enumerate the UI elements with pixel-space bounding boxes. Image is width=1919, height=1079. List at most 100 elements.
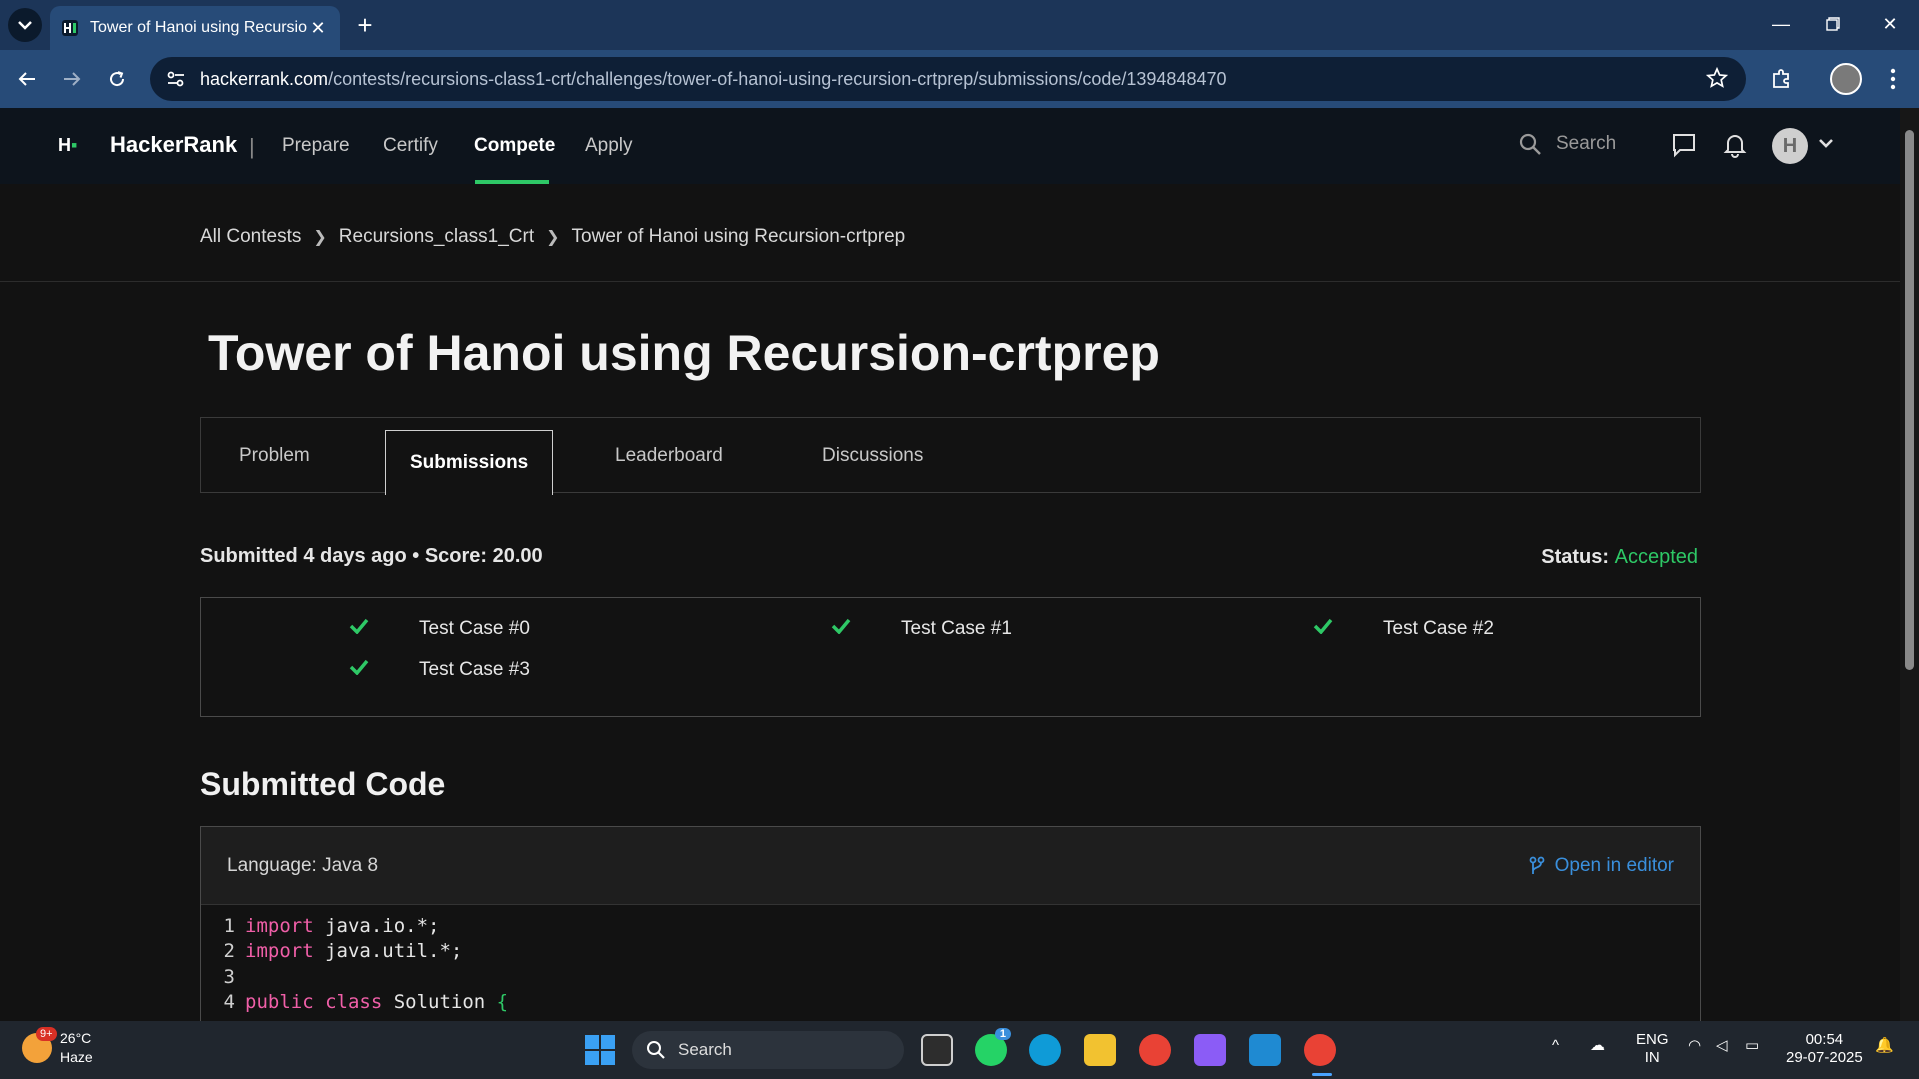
notifications-bell-icon[interactable]: [1723, 132, 1747, 163]
test-case-label: Test Case #3: [419, 659, 530, 680]
tab-leaderboard[interactable]: Leaderboard: [615, 418, 723, 494]
profile-avatar: [1830, 63, 1862, 95]
code-lines: 1 import java.io.*; 2 import java.util.*; …: [201, 905, 1700, 1015]
checkmark-icon: [831, 618, 851, 640]
breadcrumb: All Contests ❯ Recursions_class1_Crt ❯ T…: [200, 226, 905, 248]
site-search[interactable]: Search: [1518, 132, 1616, 156]
browser-toolbar: hackerrank.com/contests/recursions-class…: [0, 50, 1919, 108]
edge-icon[interactable]: [1029, 1034, 1061, 1066]
tab-discussions[interactable]: Discussions: [822, 418, 923, 494]
file-explorer-icon[interactable]: [1084, 1034, 1116, 1066]
site-info-icon[interactable]: [166, 70, 186, 88]
date: 29-07-2025: [1786, 1049, 1863, 1066]
extensions-button[interactable]: [1764, 62, 1798, 96]
chrome-icon[interactable]: [1139, 1034, 1171, 1066]
taskbar-search[interactable]: Search: [632, 1031, 904, 1069]
submission-status: Status: Accepted: [1541, 546, 1698, 569]
weather-widget[interactable]: 9+ 26°C Haze: [22, 1027, 93, 1067]
profile-button[interactable]: [1829, 62, 1863, 96]
chevron-down-icon[interactable]: [1818, 136, 1834, 154]
language-label: Language: Java 8: [227, 855, 379, 876]
status-value: Accepted: [1614, 546, 1698, 568]
brand-name[interactable]: HackerRank: [110, 132, 237, 158]
tab-search-button[interactable]: [8, 8, 42, 42]
nav-apply[interactable]: Apply: [585, 135, 633, 157]
weather-desc: Haze: [60, 1049, 93, 1065]
open-in-editor-label: Open in editor: [1554, 855, 1674, 876]
chevron-right-icon: ❯: [546, 229, 560, 246]
arrow-right-icon: [64, 72, 81, 86]
tab-submissions[interactable]: Submissions: [385, 430, 554, 495]
puzzle-icon: [1773, 69, 1789, 88]
breadcrumb-bar: All Contests ❯ Recursions_class1_Crt ❯ T…: [0, 184, 1900, 282]
site-header: H▪ HackerRank | Prepare Certify Compete …: [0, 108, 1900, 184]
checkmark-icon: [1313, 618, 1333, 640]
code-line: 3: [223, 965, 235, 988]
browser-menu-button[interactable]: [1876, 62, 1910, 96]
search-icon: [647, 1041, 665, 1059]
challenge-tabs: Problem Submissions Leaderboard Discussi…: [200, 417, 1701, 495]
scrollbar-thumb[interactable]: [1905, 130, 1914, 670]
user-avatar[interactable]: H: [1772, 128, 1808, 164]
nav-certify[interactable]: Certify: [383, 135, 438, 157]
code-line: 2 import java.util.*;: [223, 940, 463, 963]
bookmark-star-icon[interactable]: [1705, 66, 1729, 94]
chrome-active-icon[interactable]: [1304, 1034, 1336, 1066]
weather-temp: 26°C: [60, 1030, 92, 1046]
page-scrollbar[interactable]: [1900, 108, 1919, 1021]
forward-button[interactable]: [55, 62, 89, 96]
language-indicator[interactable]: ENG IN: [1636, 1031, 1669, 1067]
chevron-up-icon[interactable]: ^: [1552, 1037, 1559, 1055]
reload-button[interactable]: [100, 62, 134, 96]
nav-prepare[interactable]: Prepare: [282, 135, 350, 157]
hackerrank-logo-icon[interactable]: H▪: [58, 135, 82, 157]
code-viewer-header: Language: Java 8 Open in editor: [201, 827, 1700, 905]
breadcrumb-challenge[interactable]: Tower of Hanoi using Recursion-crtprep: [572, 226, 906, 248]
new-tab-button[interactable]: +: [350, 10, 380, 40]
browser-tab[interactable]: Tower of Hanoi using Recursion ✕: [50, 6, 340, 50]
restore-button[interactable]: [1805, 0, 1861, 48]
more-vertical-icon: [1890, 68, 1896, 90]
main-content: All Contests ❯ Recursions_class1_Crt ❯ T…: [0, 184, 1900, 1026]
notification-bell-icon[interactable]: 🔔: [1875, 1037, 1894, 1055]
copilot-icon[interactable]: [1194, 1034, 1226, 1066]
code-brace: {: [496, 991, 509, 1014]
url-path: /contests/recursions-class1-crt/challeng…: [328, 68, 1227, 89]
checkmark-icon: [349, 659, 369, 681]
browser-chrome: Tower of Hanoi using Recursion ✕ + — ✕ h…: [0, 0, 1919, 108]
page-title: Tower of Hanoi using Recursion-crtprep: [208, 325, 1160, 381]
volume-icon[interactable]: ◁: [1716, 1037, 1728, 1055]
back-button[interactable]: [10, 62, 44, 96]
close-tab-icon[interactable]: ✕: [308, 18, 328, 39]
windows-start-icon[interactable]: [585, 1035, 615, 1065]
onedrive-cloud-icon[interactable]: ☁: [1590, 1037, 1605, 1055]
hackerrank-favicon-icon: [62, 20, 78, 36]
breadcrumb-contest[interactable]: Recursions_class1_Crt: [339, 226, 534, 248]
submission-summary: Submitted 4 days ago • Score: 20.00: [200, 545, 543, 567]
nav-compete[interactable]: Compete: [474, 135, 555, 157]
battery-icon[interactable]: ▭: [1745, 1037, 1759, 1055]
minimize-button[interactable]: —: [1753, 0, 1809, 48]
reload-icon: [110, 71, 125, 87]
breadcrumb-all-contests[interactable]: All Contests: [200, 226, 301, 248]
tab-problem[interactable]: Problem: [239, 418, 310, 494]
vscode-icon[interactable]: [1249, 1034, 1281, 1066]
chevron-right-icon: ❯: [313, 229, 327, 246]
code-line: 1 import java.io.*;: [223, 914, 440, 937]
address-bar[interactable]: hackerrank.com/contests/recursions-class…: [150, 57, 1746, 101]
whatsapp-icon[interactable]: 1: [975, 1028, 1011, 1066]
close-window-button[interactable]: ✕: [1862, 0, 1918, 48]
test-case-label: Test Case #0: [419, 618, 530, 639]
test-case-item: Test Case #0: [349, 618, 530, 640]
messages-icon[interactable]: [1671, 132, 1697, 163]
arrow-left-icon: [18, 72, 35, 86]
test-case-results: Test Case #0 Test Case #1 Test Case #2 T…: [200, 597, 1701, 717]
test-case-item: Test Case #2: [1313, 618, 1494, 640]
open-in-editor-link[interactable]: Open in editor: [1529, 855, 1674, 877]
url-host: hackerrank.com: [200, 68, 329, 89]
task-view-icon[interactable]: [921, 1034, 953, 1066]
submitted-code-heading: Submitted Code: [200, 766, 446, 802]
chevron-down-icon: [18, 21, 32, 30]
clock[interactable]: 00:54 29-07-2025: [1786, 1031, 1863, 1067]
wifi-icon[interactable]: ◠: [1688, 1037, 1701, 1055]
